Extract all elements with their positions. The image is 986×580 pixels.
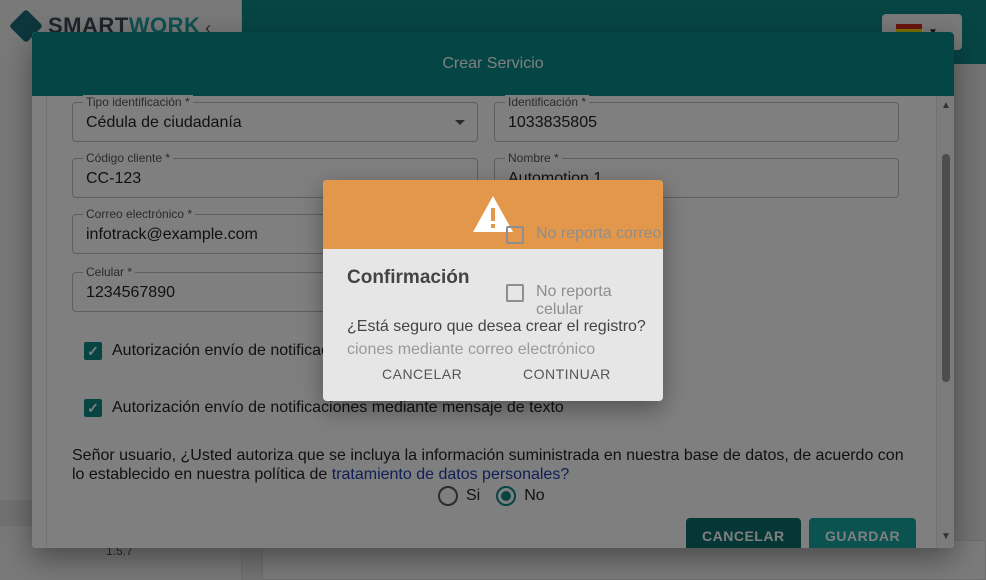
confirmation-title: Confirmación	[347, 267, 470, 288]
ghost-checkbox	[506, 284, 524, 302]
ghost-no-reporta-correo: No reporta correo	[536, 225, 662, 242]
confirmation-message: ¿Está seguro que desea crear el registro…	[347, 318, 646, 335]
confirm-continue-button[interactable]: CONTINUAR	[523, 366, 611, 382]
ghost-checkbox	[506, 226, 524, 244]
ghost-auth-email: ciones mediante correo electrónico	[347, 341, 596, 358]
confirmation-dialog: No reporta correo No reporta celular cio…	[323, 180, 663, 401]
ghost-no-reporta-celular: No reporta celular	[536, 283, 612, 318]
confirm-cancel-button[interactable]: CANCELAR	[382, 366, 462, 382]
